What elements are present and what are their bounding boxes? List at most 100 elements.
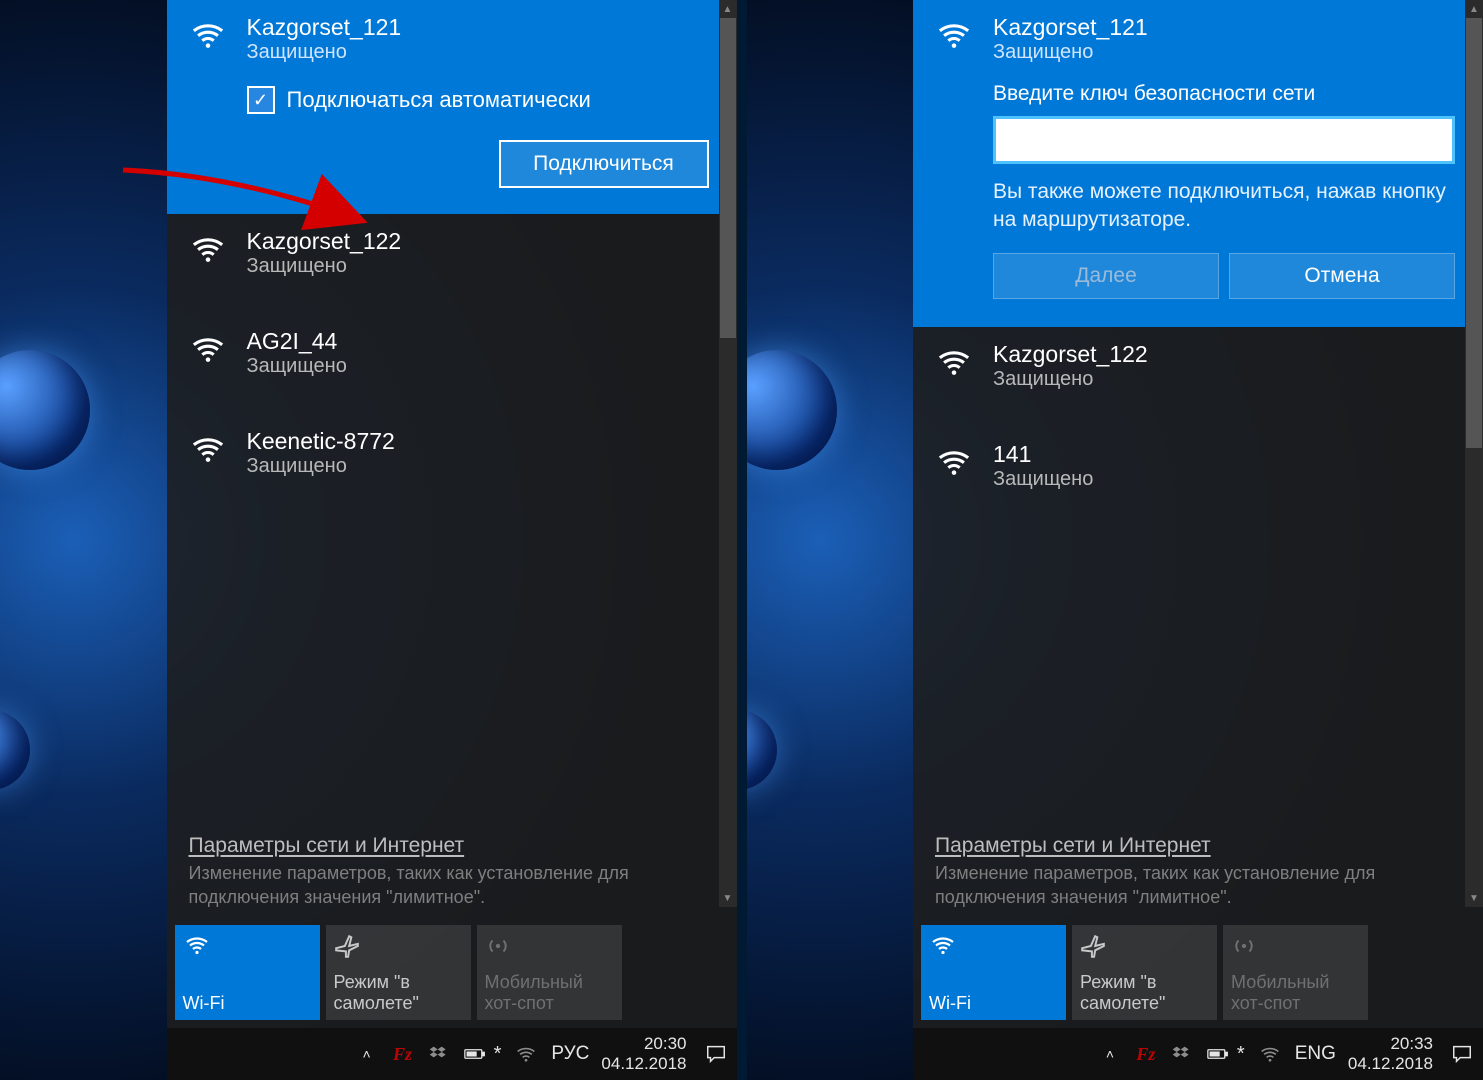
button-row: Далее Отмена (993, 253, 1455, 299)
connect-button[interactable]: Подключиться (499, 140, 709, 188)
scroll-down-arrow[interactable]: ▼ (1465, 889, 1483, 907)
airplane-icon (1080, 933, 1209, 961)
tile-airplane[interactable]: Режим "в самолете" (326, 925, 471, 1020)
quick-action-tiles: Wi-Fi Режим "в самолете" Мобильный хот-с… (167, 925, 737, 1028)
network-item-selected[interactable]: Kazgorset_121 Защищено Введите ключ безо… (913, 0, 1483, 327)
battery-icon[interactable] (464, 1043, 486, 1065)
tile-label: Режим "в самолете" (334, 972, 463, 1014)
tile-label: Wi-Fi (183, 993, 312, 1014)
network-status: Защищено (247, 255, 709, 278)
connect-button-label: Подключиться (533, 152, 674, 176)
scrollbar[interactable]: ▲ ▼ (719, 0, 737, 907)
network-list: Kazgorset_121 Защищено ✓ Подключаться ав… (167, 0, 737, 822)
cancel-button-label: Отмена (1304, 264, 1379, 288)
tile-airplane[interactable]: Режим "в самолете" (1072, 925, 1217, 1020)
tile-label: Мобильный хот-спот (485, 972, 614, 1014)
network-status: Защищено (993, 368, 1455, 391)
taskbar-date: 04.12.2018 (1348, 1054, 1433, 1074)
cancel-button[interactable]: Отмена (1229, 253, 1455, 299)
wps-hint: Вы также можете подключиться, нажав кноп… (993, 178, 1455, 235)
filezilla-icon[interactable]: Fz (1135, 1043, 1157, 1065)
quick-action-tiles: Wi-Fi Режим "в самолете" Мобильный хот-с… (913, 925, 1483, 1028)
network-settings-block: Параметры сети и Интернет Изменение пара… (913, 822, 1483, 925)
network-settings-link[interactable]: Параметры сети и Интернет (189, 834, 465, 857)
battery-icon[interactable] (1207, 1043, 1229, 1065)
tile-label: Режим "в самолете" (1080, 972, 1209, 1014)
network-status: Защищено (993, 41, 1455, 64)
taskbar-time: 20:33 (1348, 1034, 1433, 1054)
wifi-icon (187, 14, 229, 52)
wifi-icon (933, 441, 975, 479)
network-flyout: ▲ ▼ Kazgorset_121 Защищено Введите ключ … (913, 0, 1483, 1080)
wifi-tray-icon[interactable] (515, 1043, 537, 1065)
network-name: Kazgorset_121 (993, 14, 1455, 41)
hotspot-icon (1231, 933, 1360, 961)
network-name: Keenetic-8772 (247, 428, 709, 455)
check-icon: ✓ (253, 91, 268, 109)
asterisk-icon: * (494, 1043, 502, 1066)
network-name: AG2I_44 (247, 328, 709, 355)
ime-indicator[interactable]: РУС (551, 1043, 589, 1065)
network-settings-link[interactable]: Параметры сети и Интернет (935, 834, 1211, 857)
tile-label: Мобильный хот-спот (1231, 972, 1360, 1014)
taskbar-date: 04.12.2018 (601, 1054, 686, 1074)
scroll-down-arrow[interactable]: ▼ (719, 889, 737, 907)
scroll-up-arrow[interactable]: ▲ (1465, 0, 1483, 18)
screenshot-right: ▲ ▼ Kazgorset_121 Защищено Введите ключ … (747, 0, 1483, 1080)
asterisk-icon: * (1237, 1043, 1245, 1066)
network-item[interactable]: Kazgorset_122 Защищено (913, 327, 1483, 427)
wifi-icon (933, 14, 975, 52)
dropbox-icon[interactable] (1171, 1043, 1193, 1065)
network-status: Защищено (247, 455, 709, 478)
network-body: Kazgorset_121 Защищено ✓ Подключаться ав… (247, 14, 709, 188)
wifi-icon (929, 933, 1058, 961)
tray-overflow-icon[interactable]: ˄ (1099, 1043, 1121, 1065)
network-name: Kazgorset_122 (993, 341, 1455, 368)
next-button[interactable]: Далее (993, 253, 1219, 299)
taskbar: ˄ Fz * РУС 20:30 04.12.2018 (167, 1028, 737, 1080)
scrollbar-thumb[interactable] (720, 18, 736, 338)
network-item[interactable]: Keenetic-8772 Защищено (167, 414, 737, 514)
action-center-icon[interactable] (1445, 1043, 1479, 1065)
action-center-icon[interactable] (699, 1043, 733, 1065)
network-settings-block: Параметры сети и Интернет Изменение пара… (167, 822, 737, 925)
tile-wifi[interactable]: Wi-Fi (175, 925, 320, 1020)
network-item[interactable]: Kazgorset_122 Защищено (167, 214, 737, 314)
system-tray: ˄ Fz * ENG (1099, 1043, 1336, 1066)
system-tray: ˄ Fz * РУС (356, 1043, 590, 1066)
network-name: Kazgorset_121 (247, 14, 709, 41)
taskbar-time: 20:30 (601, 1034, 686, 1054)
wifi-icon (187, 328, 229, 366)
tile-wifi[interactable]: Wi-Fi (921, 925, 1066, 1020)
tray-overflow-icon[interactable]: ˄ (356, 1043, 378, 1065)
scrollbar-thumb[interactable] (1466, 18, 1482, 448)
network-settings-desc: Изменение параметров, таких как установл… (189, 862, 715, 909)
security-key-label: Введите ключ безопасности сети (993, 82, 1455, 106)
hotspot-icon (485, 933, 614, 961)
next-button-label: Далее (1075, 264, 1137, 288)
ime-indicator[interactable]: ENG (1295, 1043, 1336, 1065)
network-item[interactable]: 141 Защищено (913, 427, 1483, 527)
dropbox-icon[interactable] (428, 1043, 450, 1065)
scrollbar[interactable]: ▲ ▼ (1465, 0, 1483, 907)
filezilla-icon[interactable]: Fz (392, 1043, 414, 1065)
wifi-icon (933, 341, 975, 379)
security-key-input[interactable] (993, 116, 1455, 164)
network-settings-desc: Изменение параметров, таких как установл… (935, 862, 1461, 909)
wifi-tray-icon[interactable] (1259, 1043, 1281, 1065)
tile-hotspot[interactable]: Мобильный хот-спот (1223, 925, 1368, 1020)
network-list: Kazgorset_121 Защищено Введите ключ безо… (913, 0, 1483, 822)
tile-hotspot[interactable]: Мобильный хот-спот (477, 925, 622, 1020)
network-item-selected[interactable]: Kazgorset_121 Защищено ✓ Подключаться ав… (167, 0, 737, 214)
network-status: Защищено (247, 355, 709, 378)
auto-connect-checkbox[interactable]: ✓ (247, 86, 275, 114)
network-name: 141 (993, 441, 1455, 468)
taskbar-clock[interactable]: 20:33 04.12.2018 (1344, 1034, 1437, 1073)
wifi-icon (187, 428, 229, 466)
network-item[interactable]: AG2I_44 Защищено (167, 314, 737, 414)
wifi-icon (187, 228, 229, 266)
scroll-up-arrow[interactable]: ▲ (719, 0, 737, 18)
taskbar-clock[interactable]: 20:30 04.12.2018 (597, 1034, 690, 1073)
auto-connect-row[interactable]: ✓ Подключаться автоматически (247, 86, 709, 114)
auto-connect-label: Подключаться автоматически (287, 87, 591, 113)
